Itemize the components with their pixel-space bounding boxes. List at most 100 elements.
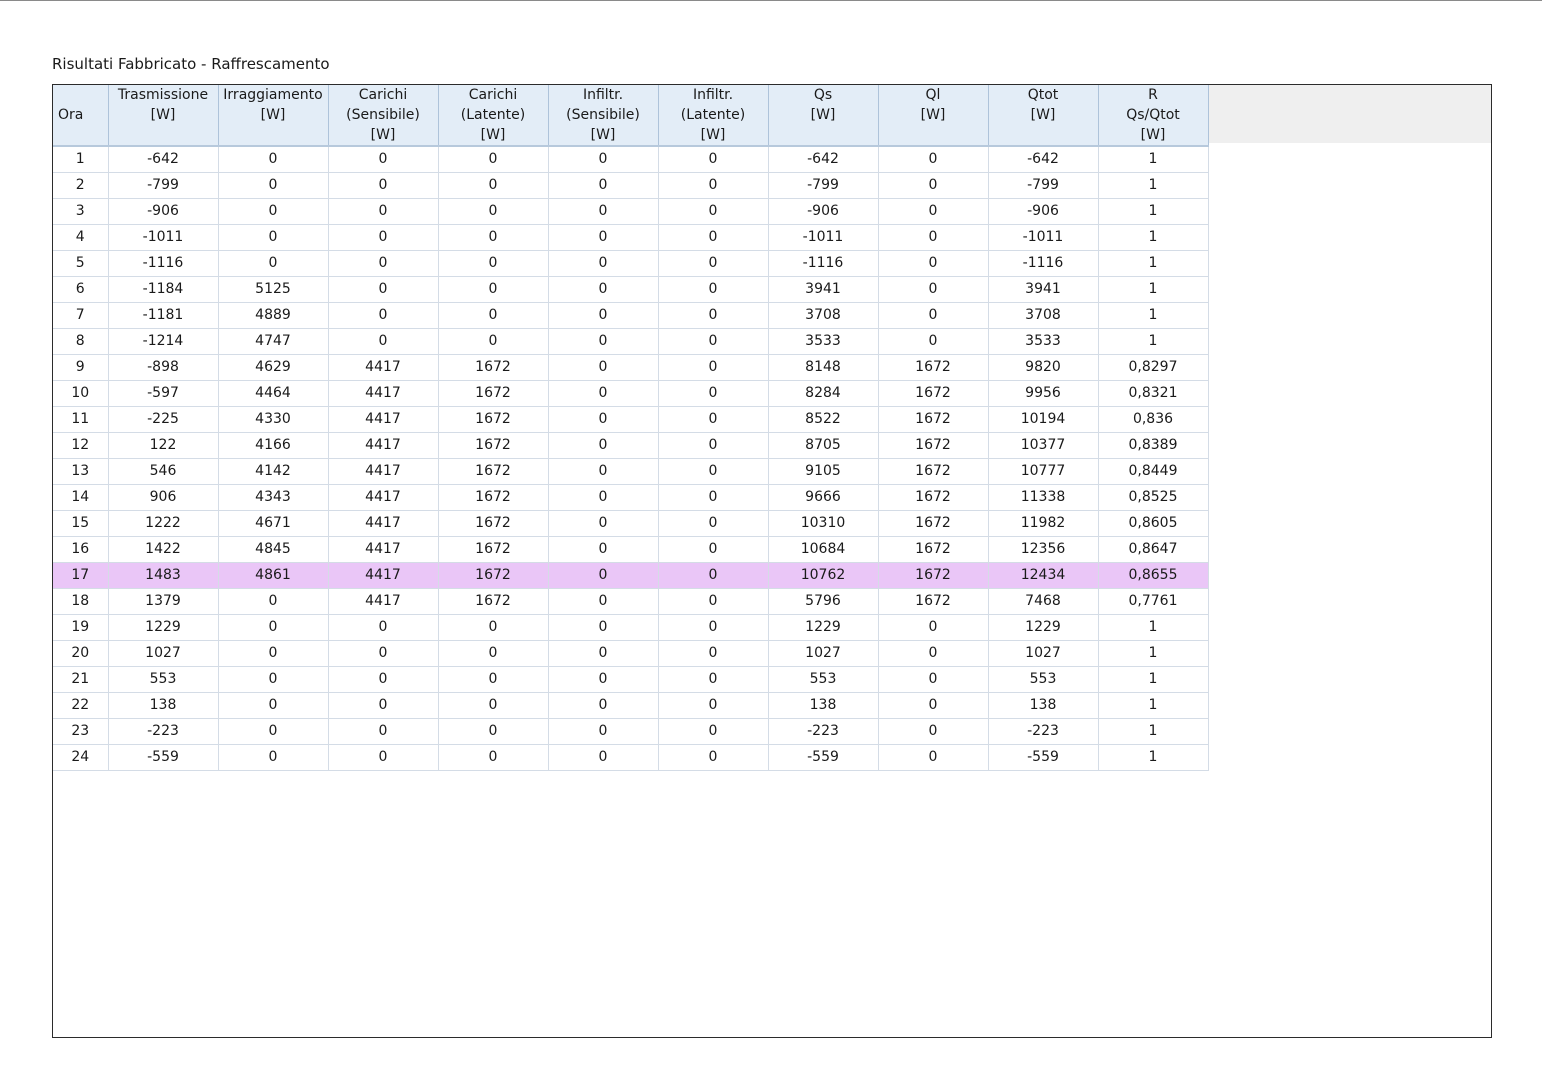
cell-ql[interactable]: 0 (878, 198, 989, 225)
cell-infiltr-sensibile[interactable]: 0 (548, 588, 659, 615)
cell-infiltr-sensibile[interactable]: 0 (548, 744, 659, 771)
cell-qs[interactable]: 5796 (768, 588, 879, 615)
cell-infiltr-latente[interactable]: 0 (658, 224, 769, 251)
cell-carichi-latente[interactable]: 0 (438, 614, 549, 641)
cell-ql[interactable]: 0 (878, 328, 989, 355)
cell-qtot[interactable]: -1116 (988, 250, 1099, 277)
column-header-carichi-latente[interactable]: Carichi (Latente) [W] (438, 85, 549, 147)
table-row[interactable]: 8 -1214 4747 0 0 0 0 3533 0 3533 1 (53, 328, 1209, 355)
cell-r-qs-qtot[interactable]: 0,836 (1098, 406, 1209, 433)
cell-r-qs-qtot[interactable]: 1 (1098, 172, 1209, 199)
cell-infiltr-latente[interactable]: 0 (658, 666, 769, 693)
cell-irraggiamento[interactable]: 0 (218, 744, 329, 771)
table-row[interactable]: 24 -559 0 0 0 0 0 -559 0 -559 1 (53, 744, 1209, 771)
cell-ql[interactable]: 1672 (878, 406, 989, 433)
cell-carichi-latente[interactable]: 1672 (438, 354, 549, 381)
cell-trasmissione[interactable]: -1011 (108, 224, 219, 251)
cell-infiltr-latente[interactable]: 0 (658, 588, 769, 615)
cell-r-qs-qtot[interactable]: 1 (1098, 692, 1209, 719)
table-row[interactable]: 12 122 4166 4417 1672 0 0 8705 1672 10377 0,8389 (53, 432, 1209, 459)
table-row[interactable]: 23 -223 0 0 0 0 0 -223 0 -223 1 (53, 718, 1209, 745)
cell-qs[interactable]: -799 (768, 172, 879, 199)
cell-infiltr-sensibile[interactable]: 0 (548, 146, 659, 173)
table-row[interactable]: 21 553 0 0 0 0 0 553 0 553 1 (53, 666, 1209, 693)
cell-irraggiamento[interactable]: 4343 (218, 484, 329, 511)
cell-r-qs-qtot[interactable]: 0,8321 (1098, 380, 1209, 407)
cell-r-qs-qtot[interactable]: 1 (1098, 328, 1209, 355)
cell-trasmissione[interactable]: -642 (108, 146, 219, 173)
cell-ora[interactable]: 5 (53, 250, 109, 277)
cell-carichi-sensibile[interactable]: 0 (328, 666, 439, 693)
cell-trasmissione[interactable]: 1222 (108, 510, 219, 537)
cell-irraggiamento[interactable]: 0 (218, 172, 329, 199)
cell-r-qs-qtot[interactable]: 0,8389 (1098, 432, 1209, 459)
cell-ql[interactable]: 1672 (878, 562, 989, 589)
cell-carichi-sensibile[interactable]: 0 (328, 328, 439, 355)
column-header-irraggiamento[interactable]: Irraggiamento [W] (218, 85, 329, 147)
cell-carichi-latente[interactable]: 1672 (438, 458, 549, 485)
cell-irraggiamento[interactable]: 0 (218, 198, 329, 225)
cell-carichi-latente[interactable]: 1672 (438, 510, 549, 537)
table-row[interactable]: 16 1422 4845 4417 1672 0 0 10684 1672 12356 0,8647 (53, 536, 1209, 563)
table-row[interactable]: 11 -225 4330 4417 1672 0 0 8522 1672 10194 0,836 (53, 406, 1209, 433)
cell-trasmissione[interactable]: 1229 (108, 614, 219, 641)
cell-irraggiamento[interactable]: 0 (218, 692, 329, 719)
cell-infiltr-latente[interactable]: 0 (658, 484, 769, 511)
cell-carichi-latente[interactable]: 0 (438, 328, 549, 355)
cell-qtot[interactable]: 9820 (988, 354, 1099, 381)
table-row[interactable]: 1 -642 0 0 0 0 0 -642 0 -642 1 (53, 146, 1209, 173)
cell-ql[interactable]: 1672 (878, 484, 989, 511)
cell-infiltr-sensibile[interactable]: 0 (548, 276, 659, 303)
table-row[interactable]: 7 -1181 4889 0 0 0 0 3708 0 3708 1 (53, 302, 1209, 329)
cell-carichi-sensibile[interactable]: 4417 (328, 484, 439, 511)
cell-ora[interactable]: 23 (53, 718, 109, 745)
cell-irraggiamento[interactable]: 4889 (218, 302, 329, 329)
cell-r-qs-qtot[interactable]: 1 (1098, 250, 1209, 277)
cell-r-qs-qtot[interactable]: 1 (1098, 276, 1209, 303)
cell-r-qs-qtot[interactable]: 1 (1098, 744, 1209, 771)
cell-ora[interactable]: 7 (53, 302, 109, 329)
cell-ql[interactable]: 0 (878, 640, 989, 667)
cell-carichi-latente[interactable]: 0 (438, 640, 549, 667)
cell-carichi-latente[interactable]: 1672 (438, 562, 549, 589)
cell-infiltr-sensibile[interactable]: 0 (548, 250, 659, 277)
cell-qtot[interactable]: 10377 (988, 432, 1099, 459)
cell-infiltr-latente[interactable]: 0 (658, 380, 769, 407)
cell-infiltr-sensibile[interactable]: 0 (548, 692, 659, 719)
cell-carichi-latente[interactable]: 0 (438, 666, 549, 693)
cell-ql[interactable]: 1672 (878, 536, 989, 563)
cell-ql[interactable]: 1672 (878, 588, 989, 615)
cell-infiltr-sensibile[interactable]: 0 (548, 614, 659, 641)
cell-infiltr-sensibile[interactable]: 0 (548, 510, 659, 537)
cell-qtot[interactable]: 3708 (988, 302, 1099, 329)
cell-carichi-sensibile[interactable]: 0 (328, 250, 439, 277)
cell-ora[interactable]: 4 (53, 224, 109, 251)
cell-carichi-latente[interactable]: 0 (438, 692, 549, 719)
cell-qtot[interactable]: 11338 (988, 484, 1099, 511)
cell-qs[interactable]: 553 (768, 666, 879, 693)
cell-infiltr-latente[interactable]: 0 (658, 198, 769, 225)
table-row[interactable]: 4 -1011 0 0 0 0 0 -1011 0 -1011 1 (53, 224, 1209, 251)
cell-trasmissione[interactable]: -898 (108, 354, 219, 381)
cell-trasmissione[interactable]: -799 (108, 172, 219, 199)
table-row[interactable]: 20 1027 0 0 0 0 0 1027 0 1027 1 (53, 640, 1209, 667)
column-header-r-qs-qtot[interactable]: R Qs/Qtot [W] (1098, 85, 1209, 147)
cell-irraggiamento[interactable]: 4845 (218, 536, 329, 563)
cell-qtot[interactable]: 553 (988, 666, 1099, 693)
cell-irraggiamento[interactable]: 0 (218, 666, 329, 693)
cell-r-qs-qtot[interactable]: 1 (1098, 198, 1209, 225)
cell-irraggiamento[interactable]: 4142 (218, 458, 329, 485)
cell-carichi-sensibile[interactable]: 0 (328, 640, 439, 667)
cell-infiltr-latente[interactable]: 0 (658, 406, 769, 433)
cell-infiltr-sensibile[interactable]: 0 (548, 328, 659, 355)
cell-qtot[interactable]: -906 (988, 198, 1099, 225)
table-row[interactable]: 3 -906 0 0 0 0 0 -906 0 -906 1 (53, 198, 1209, 225)
cell-trasmissione[interactable]: 1027 (108, 640, 219, 667)
cell-ql[interactable]: 0 (878, 250, 989, 277)
cell-carichi-latente[interactable]: 0 (438, 172, 549, 199)
table-row[interactable]: 9 -898 4629 4417 1672 0 0 8148 1672 9820 0,8297 (53, 354, 1209, 381)
cell-qs[interactable]: 3533 (768, 328, 879, 355)
cell-r-qs-qtot[interactable]: 1 (1098, 718, 1209, 745)
cell-infiltr-sensibile[interactable]: 0 (548, 718, 659, 745)
cell-trasmissione[interactable]: -906 (108, 198, 219, 225)
